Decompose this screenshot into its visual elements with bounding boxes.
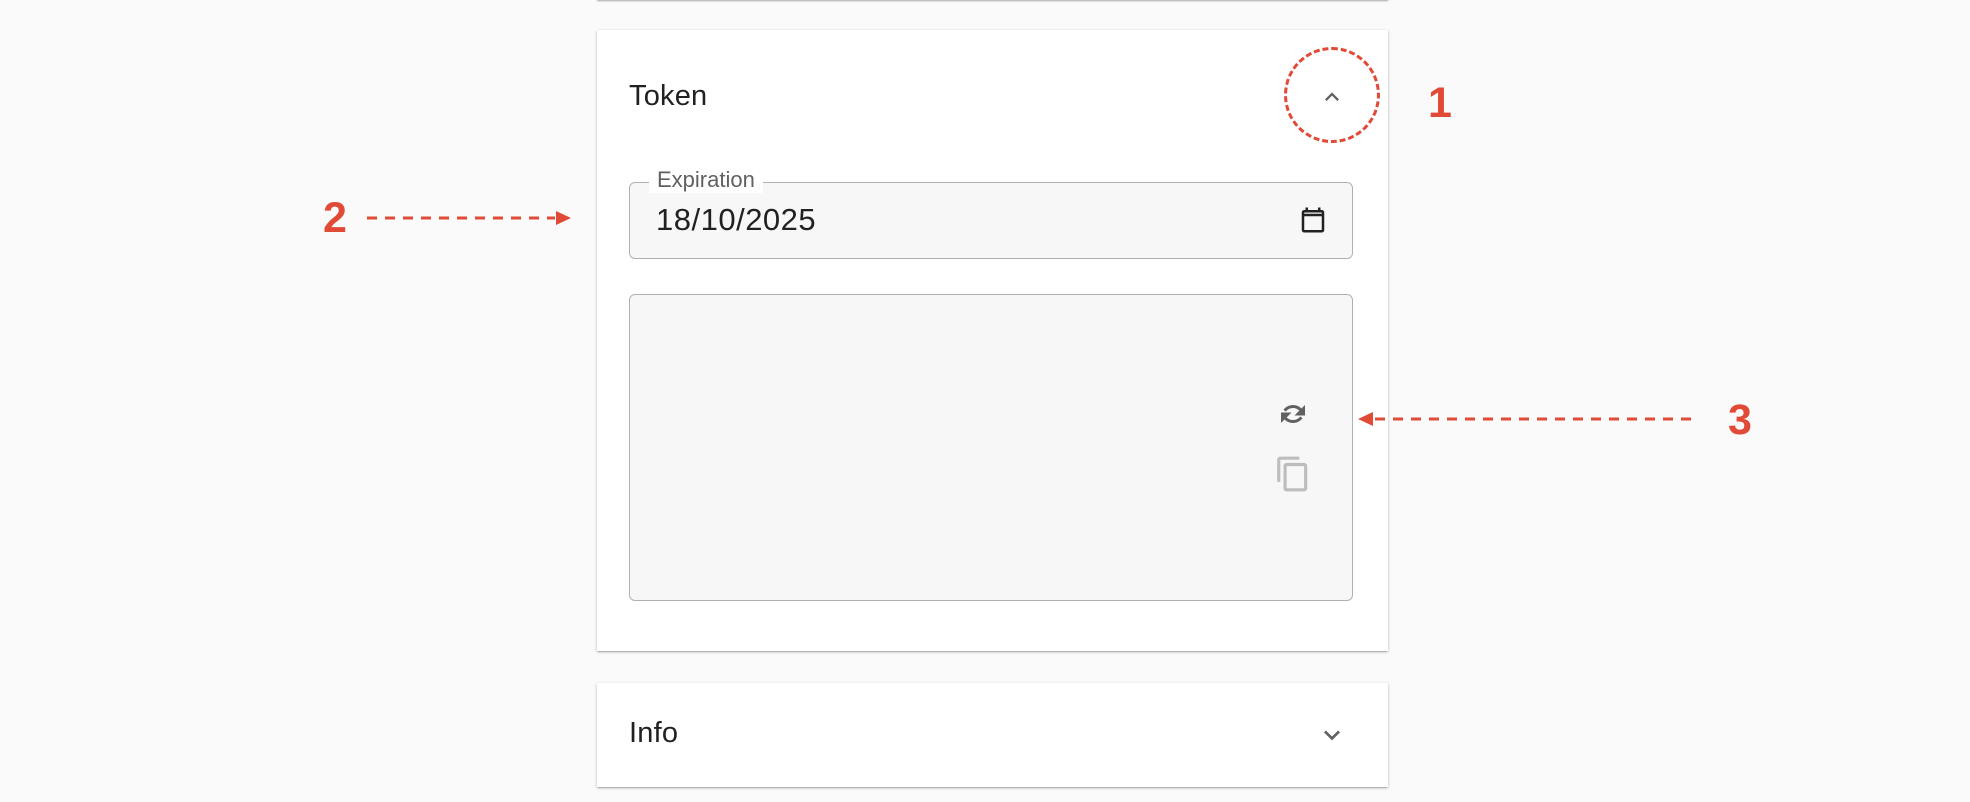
expiration-value[interactable]: 18/10/2025: [656, 202, 816, 238]
expiration-label: Expiration: [649, 167, 763, 193]
annotation-number-3: 3: [1728, 396, 1752, 444]
expand-info-button[interactable]: [1308, 711, 1356, 759]
refresh-icon: [1281, 405, 1305, 423]
expiration-field[interactable]: Expiration 18/10/2025: [629, 167, 1353, 259]
token-textarea[interactable]: [629, 294, 1353, 601]
info-panel-title: Info: [629, 717, 679, 749]
copy-token-button[interactable]: [1271, 452, 1315, 496]
chevron-down-icon: [1324, 730, 1340, 741]
copy-icon: [1277, 456, 1308, 492]
annotation-number-2: 2: [323, 194, 347, 242]
stage: Token Expiration 18/10/2025 Info 1 2 3: [0, 0, 1970, 802]
calendar-button[interactable]: [1296, 203, 1330, 237]
info-panel[interactable]: Info: [597, 683, 1388, 787]
annotation-number-1: 1: [1428, 79, 1452, 127]
token-panel-title: Token: [629, 80, 708, 112]
token-value[interactable]: [648, 311, 1262, 584]
annotation-arrow-3: [1358, 412, 1695, 426]
annotation-arrow-2: [367, 211, 571, 225]
regenerate-token-button[interactable]: [1271, 392, 1315, 436]
calendar-icon: [1301, 207, 1325, 233]
token-panel: Token Expiration 18/10/2025: [597, 30, 1388, 651]
annotation-circle: [1284, 47, 1380, 143]
